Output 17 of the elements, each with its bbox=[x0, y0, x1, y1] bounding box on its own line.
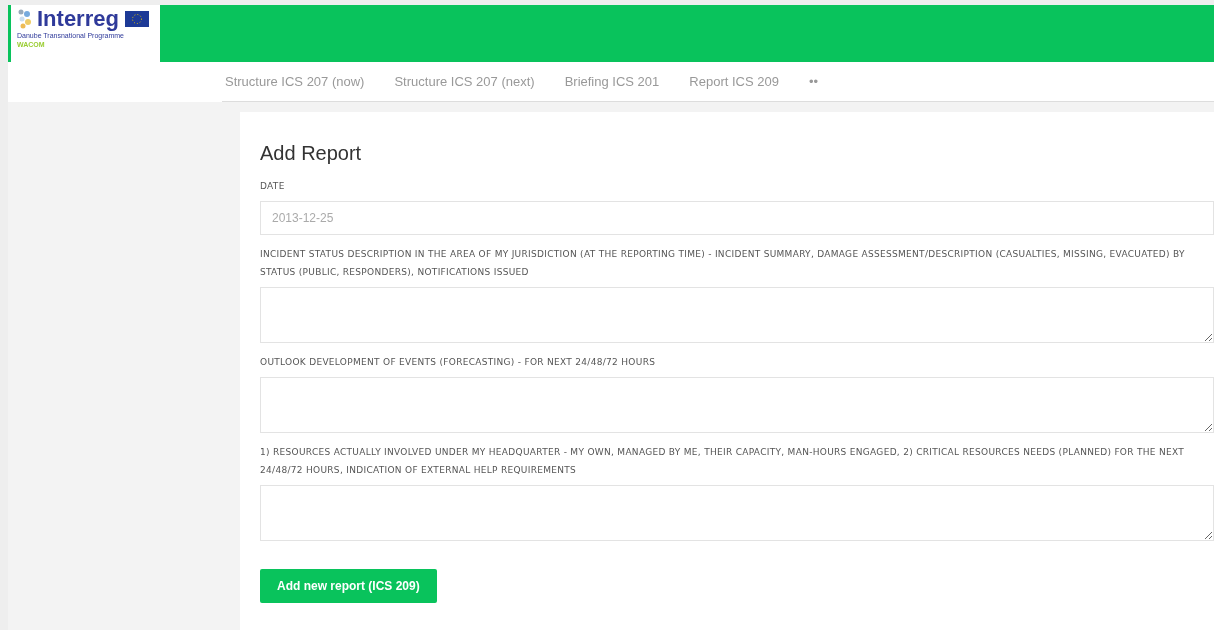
field-label: INCIDENT STATUS DESCRIPTION IN THE AREA OF MY JURISDICTION (AT THE REPORTING TIME) - INCIDENT SUMMARY, DAMAGE ASSESSMENT/DESCRIPTION (CASUALTIES, MISSING, EVACUATED) BY STATUS (PUBLIC, RESPONDERS), NOTIFICATIONS ISSUED bbox=[260, 248, 1186, 279]
nav-tab[interactable]: Report ICS 209 bbox=[689, 74, 779, 89]
form-title: Add Report bbox=[260, 142, 363, 165]
submit-button[interactable]: Add new report (ICS 209) bbox=[260, 569, 437, 603]
text-area[interactable] bbox=[260, 377, 1214, 433]
nav-tab[interactable]: •• bbox=[808, 74, 818, 89]
field-label: 1) RESOURCES ACTUALLY INVOLVED UNDER MY HEADQUARTER - MY OWN, MANAGED BY ME, THEIR CAPACITY, MAN-HOURS ENGAGED, 2) CRITICAL RESOURCES NEEDS (PLANNED) FOR THE NEXT 24/48/72 HOURS, INDICATION OF EXTERNAL HELP REQUIREMENTS bbox=[260, 446, 1186, 477]
nav-tab[interactable]: Briefing ICS 201 bbox=[564, 74, 660, 89]
text-area[interactable] bbox=[260, 287, 1214, 343]
field-label: DATE bbox=[260, 180, 286, 193]
text-area[interactable] bbox=[260, 485, 1214, 541]
field-label: OUTLOOK DEVELOPMENT OF EVENTS (FORECASTING) - FOR NEXT 24/48/72 HOURS bbox=[260, 356, 657, 369]
nav-tab[interactable]: Structure ICS 207 (now) bbox=[225, 74, 365, 89]
flag-icon bbox=[124, 11, 149, 27]
logo-name: Interreg bbox=[37, 7, 119, 31]
date-field[interactable]: 2013-12-25 bbox=[260, 201, 1214, 235]
nav-tab[interactable]: Structure ICS 207 (next) bbox=[394, 74, 535, 89]
